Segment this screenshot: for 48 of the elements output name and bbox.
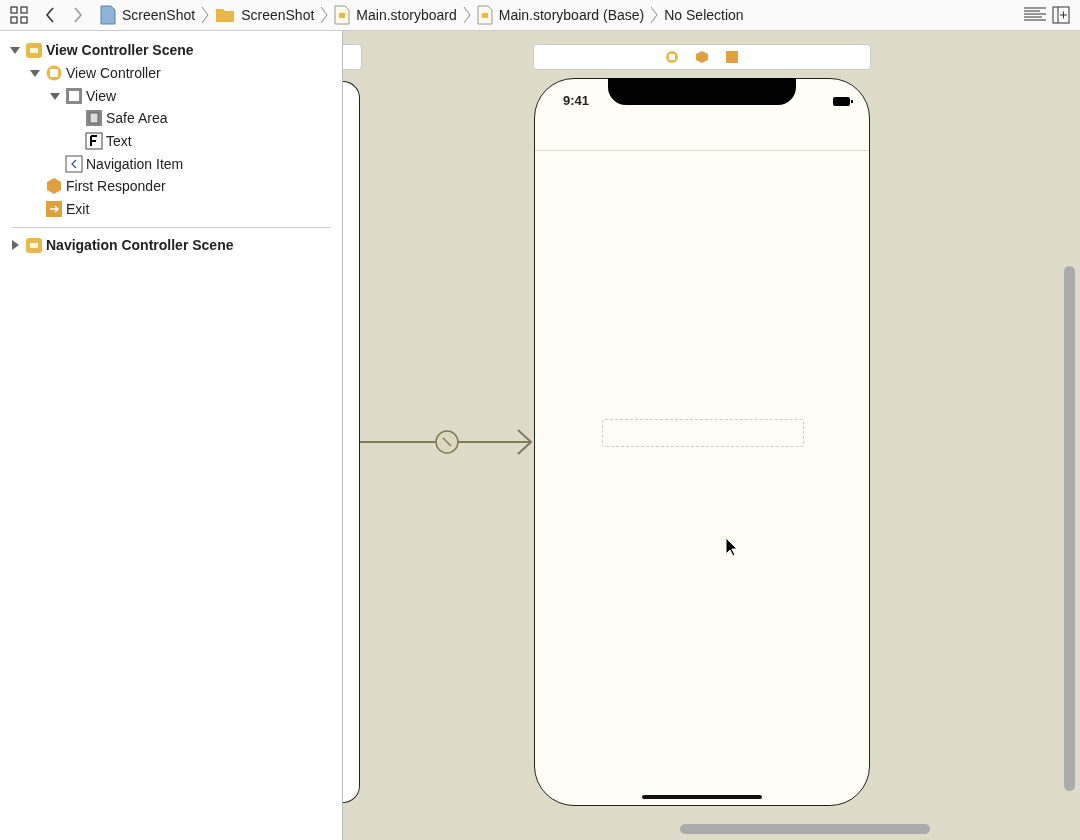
outline-item[interactable]: Text	[106, 133, 132, 150]
disclosure-triangle[interactable]	[30, 68, 42, 79]
outline-item[interactable]: View Controller	[66, 65, 161, 82]
cube-icon	[695, 50, 709, 64]
chevron-icon	[650, 6, 659, 24]
outline-item[interactable]: Safe Area	[106, 110, 168, 127]
chevron-icon	[320, 6, 329, 24]
status-time: 9:41	[563, 93, 590, 108]
disclosure-triangle[interactable]	[10, 45, 22, 56]
chevron-icon	[201, 6, 210, 24]
outline-icon	[45, 200, 63, 219]
outline-item[interactable]: View Controller Scene	[46, 42, 194, 59]
outline-icon	[85, 109, 103, 128]
breadcrumb-item[interactable]: Main.storyboard (Base)	[498, 7, 645, 23]
outline-item[interactable]: View	[86, 87, 117, 104]
lines-icon[interactable]	[1024, 7, 1046, 23]
outline-item[interactable]: Navigation Item	[86, 155, 184, 172]
chevron-icon	[462, 6, 471, 24]
outline-icon	[65, 154, 83, 173]
outline-icon	[85, 132, 103, 151]
breadcrumb-item[interactable]: Main.storyboard	[356, 7, 457, 23]
controller-icon	[665, 50, 679, 64]
text-field[interactable]	[602, 419, 804, 447]
outline-item[interactable]: First Responder	[66, 178, 166, 195]
outline-icon	[25, 41, 43, 60]
add-editor-icon[interactable]	[1052, 6, 1070, 24]
forward-icon[interactable]	[72, 7, 84, 23]
scrollbar[interactable]	[680, 824, 930, 834]
outline-item[interactable]: Exit	[66, 201, 90, 218]
battery-icon	[833, 97, 853, 106]
outline-icon	[25, 235, 43, 254]
outline-icon	[45, 64, 63, 83]
breadcrumb-item[interactable]: ScreenShot	[122, 7, 196, 23]
scrollbar[interactable]	[1064, 266, 1075, 791]
pointer-icon	[725, 537, 738, 557]
back-icon[interactable]	[44, 7, 56, 23]
document-icon	[476, 5, 493, 25]
folder-icon	[215, 7, 236, 23]
breadcrumb-item[interactable]: ScreenShot	[241, 7, 315, 23]
breadcrumb-item[interactable]: No Selection	[664, 7, 744, 23]
disclosure-triangle[interactable]	[50, 90, 62, 101]
outline-icon	[65, 86, 83, 105]
document-icon	[100, 5, 116, 25]
grid-icon[interactable]	[10, 6, 28, 24]
outline-item[interactable]: Navigation Controller Scene	[46, 236, 234, 253]
outline-icon	[45, 177, 63, 196]
exit-icon	[725, 50, 739, 64]
document-icon	[334, 5, 351, 25]
